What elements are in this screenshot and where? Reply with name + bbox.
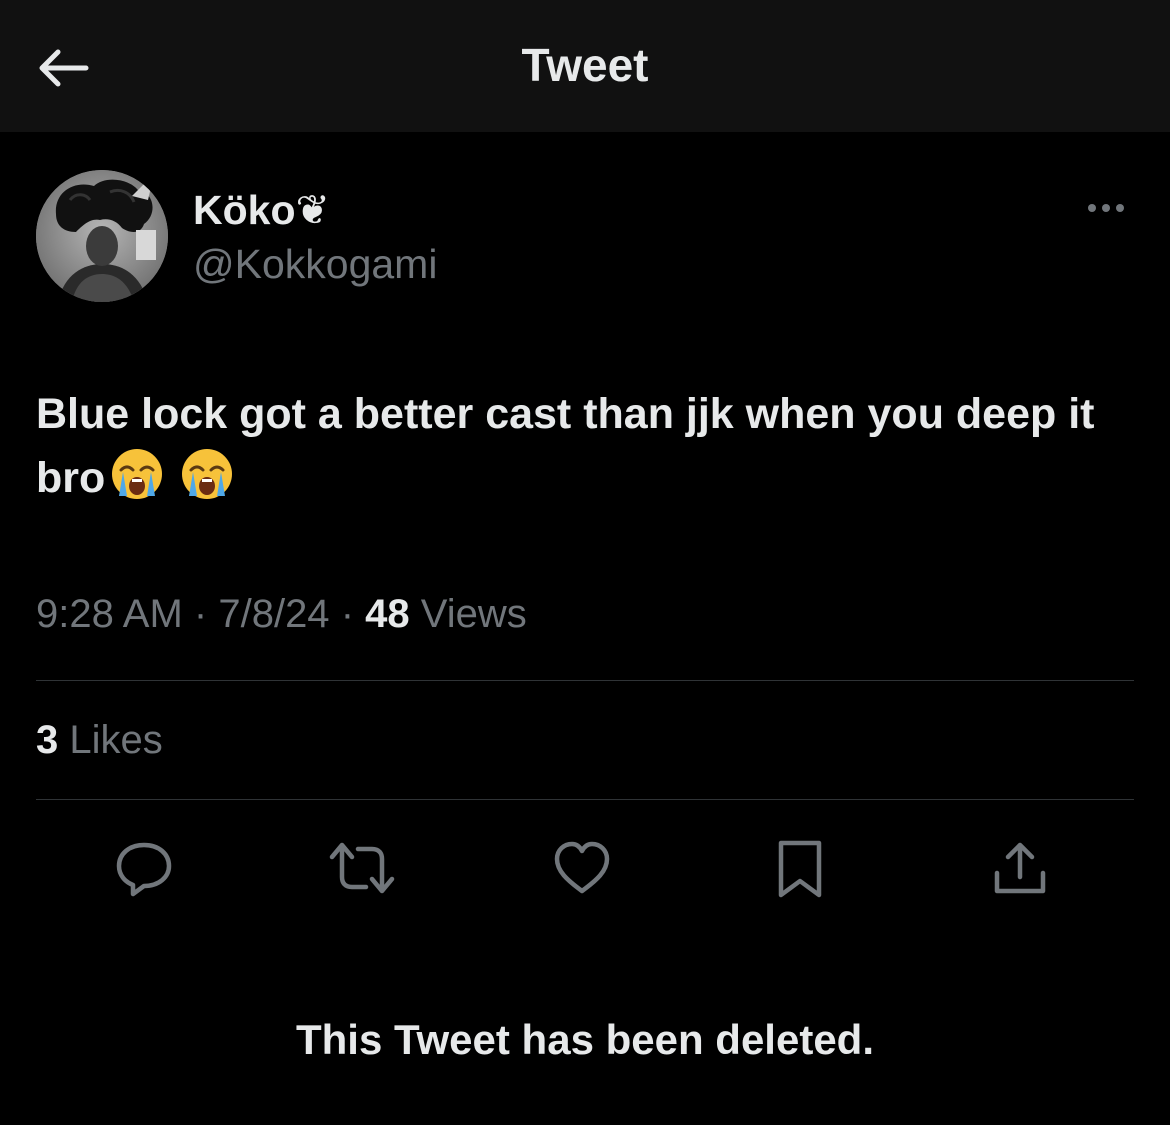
likes-count: 3	[36, 718, 59, 762]
likes-summary[interactable]: 3 Likes	[36, 718, 163, 763]
share-icon	[994, 842, 1046, 894]
retweet-icon	[329, 842, 395, 894]
more-horizontal-icon	[1088, 204, 1124, 212]
bookmark-icon	[778, 840, 822, 898]
loudly-crying-face-icon	[109, 446, 165, 520]
deleted-tweet-notice: This Tweet has been deleted.	[295, 1016, 875, 1063]
display-name[interactable]: Köko❦	[193, 186, 330, 234]
retweet-button[interactable]	[326, 832, 398, 904]
more-options-button[interactable]	[1080, 192, 1132, 224]
loudly-crying-face-icon	[179, 446, 235, 520]
user-handle[interactable]: @Kokkogami	[193, 241, 437, 288]
meta-separator: ·	[340, 592, 355, 636]
divider	[36, 680, 1134, 681]
avatar[interactable]	[36, 170, 168, 302]
views-label: Views	[420, 592, 527, 636]
views-count: 48	[365, 592, 410, 636]
likes-label: Likes	[69, 718, 163, 762]
page-title: Tweet	[521, 39, 649, 91]
top-bar: Tweet	[0, 0, 1170, 132]
like-button[interactable]	[546, 832, 618, 904]
tweet-text: Blue lock got a better cast than jjk whe…	[36, 382, 1146, 520]
share-button[interactable]	[984, 832, 1056, 904]
bookmark-button[interactable]	[764, 832, 836, 904]
like-icon	[554, 841, 610, 894]
tweet-meta: 9:28 AM · 7/8/24 · 48 Views	[36, 592, 527, 637]
tweet-time: 9:28 AM	[36, 592, 183, 636]
meta-separator: ·	[193, 592, 208, 636]
tweet-date: 7/8/24	[218, 592, 330, 636]
profile-photo	[36, 170, 168, 302]
reply-button[interactable]	[108, 832, 180, 904]
divider	[36, 799, 1134, 800]
reply-icon	[116, 842, 172, 897]
